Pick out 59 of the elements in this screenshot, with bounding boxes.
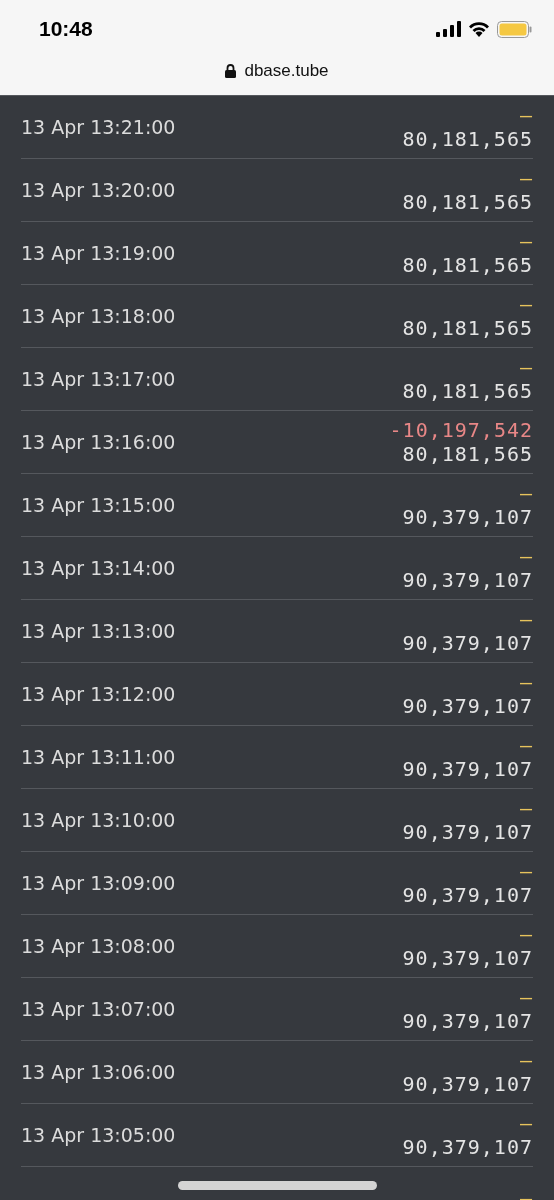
change-value: — <box>519 1111 533 1135</box>
battery-icon <box>497 20 532 38</box>
row-timestamp: 13 Apr 13:17:00 <box>21 368 176 390</box>
change-value: — <box>519 166 533 190</box>
home-indicator[interactable] <box>178 1181 377 1190</box>
change-value: — <box>519 544 533 568</box>
row-timestamp: 13 Apr 13:09:00 <box>21 872 176 894</box>
count-value: 90,379,107 <box>402 820 533 844</box>
count-value: 90,379,107 <box>402 757 533 781</box>
change-value: — <box>519 229 533 253</box>
row-timestamp: 13 Apr 13:18:00 <box>21 305 176 327</box>
change-value: — <box>519 670 533 694</box>
change-value: — <box>519 355 533 379</box>
status-time: 10:48 <box>39 17 93 41</box>
change-value: — <box>519 1048 533 1072</box>
change-value: — <box>519 796 533 820</box>
row-timestamp: 13 Apr 13:08:00 <box>21 935 176 957</box>
count-value: 80,181,565 <box>402 253 533 277</box>
address-url[interactable]: dbase.tube <box>244 61 329 81</box>
count-value: 80,181,565 <box>402 127 533 151</box>
count-value: 90,379,107 <box>402 946 533 970</box>
count-value: 80,181,565 <box>402 442 533 466</box>
lock-icon <box>225 64 237 78</box>
row-timestamp: 13 Apr 13:12:00 <box>21 683 176 705</box>
row-timestamp: 13 Apr 13:11:00 <box>21 746 176 768</box>
count-value: 90,379,107 <box>402 568 533 592</box>
row-timestamp: 13 Apr 13:16:00 <box>21 431 176 453</box>
change-value: — <box>519 292 533 316</box>
change-value: — <box>519 607 533 631</box>
row-timestamp: 13 Apr 13:05:00 <box>21 1124 176 1146</box>
count-value: 90,379,107 <box>402 1072 533 1096</box>
count-value: 80,181,565 <box>402 190 533 214</box>
count-value: 80,181,565 <box>402 379 533 403</box>
count-value: 90,379,107 <box>402 1009 533 1033</box>
count-value: 80,181,565 <box>402 316 533 340</box>
row-timestamp: 13 Apr 13:13:00 <box>21 620 176 642</box>
count-value: 90,379,107 <box>402 631 533 655</box>
count-value: 90,379,107 <box>402 1135 533 1159</box>
count-value: 90,379,107 <box>402 505 533 529</box>
change-value: — <box>519 733 533 757</box>
change-value: — <box>519 103 533 127</box>
signal-icon <box>436 21 461 37</box>
row-timestamp: 13 Apr 13:14:00 <box>21 557 176 579</box>
wifi-icon <box>468 21 490 37</box>
row-timestamp: 13 Apr 13:15:00 <box>21 494 176 516</box>
change-value: -10,197,542 <box>389 418 533 442</box>
row-timestamp: 13 Apr 13:21:00 <box>21 116 176 138</box>
count-value: 90,379,107 <box>402 694 533 718</box>
row-timestamp: 13 Apr 13:07:00 <box>21 998 176 1020</box>
change-value: — <box>519 481 533 505</box>
change-value: — <box>519 1186 533 1200</box>
row-timestamp: 13 Apr 13:06:00 <box>21 1061 176 1083</box>
row-timestamp: 13 Apr 13:20:00 <box>21 179 176 201</box>
change-value: — <box>519 859 533 883</box>
row-timestamp: 13 Apr 13:10:00 <box>21 809 176 831</box>
change-value: — <box>519 922 533 946</box>
row-timestamp: 13 Apr 13:19:00 <box>21 242 176 264</box>
change-value: — <box>519 985 533 1009</box>
count-value: 90,379,107 <box>402 883 533 907</box>
